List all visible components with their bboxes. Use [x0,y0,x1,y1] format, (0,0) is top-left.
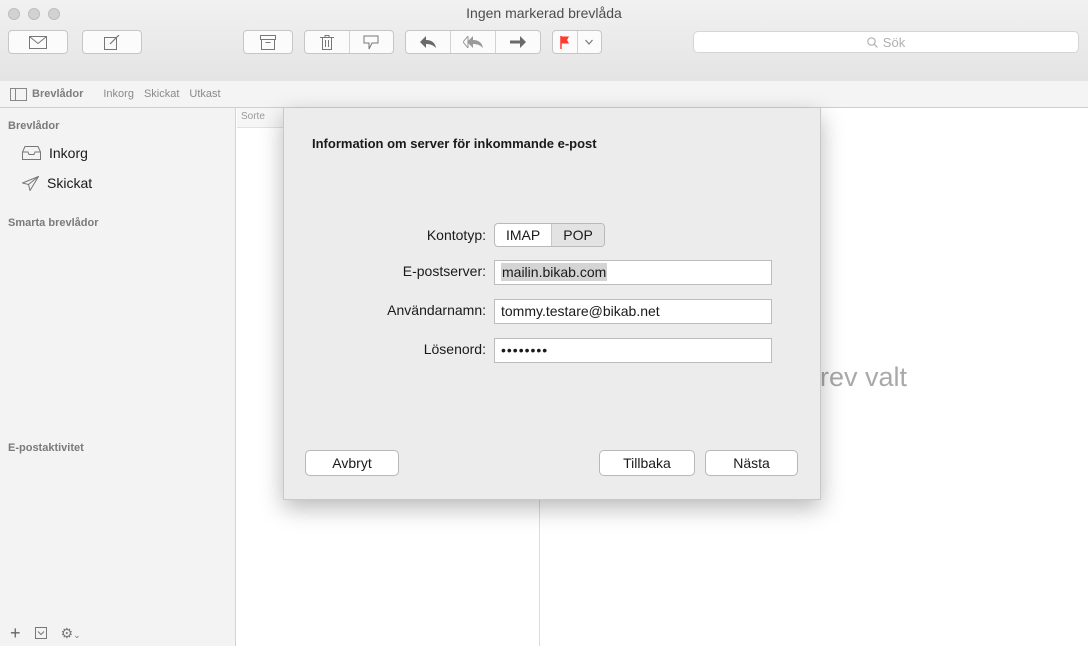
junk-icon [363,35,379,49]
delete-button[interactable] [305,31,350,53]
flag-button[interactable] [553,31,578,53]
search-placeholder: Sök [882,34,906,50]
archive-button[interactable] [243,30,293,54]
compose-button[interactable] [82,30,142,54]
cancel-button[interactable]: Avbryt [305,450,399,476]
favorites-bar: Brevlådor Inkorg Skickat Utkast [0,81,1088,108]
server-field[interactable]: mailin.bikab.com [494,260,772,285]
password-label: Lösenord: [423,341,486,357]
flag-group [552,30,602,54]
delete-junk-group [304,30,394,54]
server-value: mailin.bikab.com [501,263,608,281]
flag-icon [560,35,569,49]
password-field[interactable]: •••••••• [494,338,772,363]
mailboxes-toggle[interactable]: Brevlådor [10,87,93,101]
next-button[interactable]: Nästa [705,450,798,476]
reply-group [405,30,541,54]
sidebar-item-inkorg[interactable]: Inkorg [22,145,88,161]
search-icon [866,36,878,48]
server-label: E-postserver: [402,263,486,279]
junk-button[interactable] [350,31,394,53]
mailbox-icon[interactable] [34,627,47,639]
sidebar-section-activity: E-postaktivitet [8,442,84,454]
chevron-down-icon [585,39,594,45]
window-title: Ingen markerad brevlåda [466,5,622,21]
favorite-skickat[interactable]: Skickat [144,88,179,100]
get-mail-button[interactable] [8,30,68,54]
back-button[interactable]: Tillbaka [599,450,695,476]
incoming-server-dialog: Information om server för inkommande e-p… [283,108,821,500]
no-message-text: rev valt [820,362,908,392]
sidebar-item-label: Skickat [47,175,93,191]
sidebar-section-smart: Smarta brevlådor [8,217,99,229]
sidebar-item-skickat[interactable]: Skickat [22,175,92,191]
username-label: Användarnamn: [387,302,486,318]
reply-all-button[interactable] [451,31,496,53]
account-type-selector: IMAP POP [494,223,605,247]
flag-menu-button[interactable] [578,31,602,53]
archive-icon [260,34,276,50]
sidebar-footer: + ⚙⌄ [0,620,235,646]
account-type-label: Kontotyp: [426,227,486,243]
sent-icon [22,175,39,191]
get-mail-icon [29,35,47,49]
inbox-icon [22,146,41,160]
favorite-utkast[interactable]: Utkast [189,88,220,100]
reply-icon [420,36,436,48]
sidebar-icon [10,87,27,101]
forward-icon [510,36,526,48]
reply-button[interactable] [406,31,451,53]
mailbox-sidebar: Brevlådor Inkorg Skickat Smarta brevlådo… [0,108,236,646]
reply-all-icon [463,36,483,48]
account-type-imap[interactable]: IMAP [495,224,551,246]
username-field[interactable]: tommy.testare@bikab.net [494,299,772,324]
plus-icon[interactable]: + [10,623,21,644]
dialog-title: Information om server för inkommande e-p… [312,136,597,151]
window-toolbar: Ingen markerad brevlåda Sök [0,0,1088,82]
forward-button[interactable] [496,31,540,53]
sidebar-section-mailboxes: Brevlådor [8,120,60,132]
sidebar-item-label: Inkorg [49,145,88,161]
search-field[interactable]: Sök [693,31,1079,53]
account-type-pop[interactable]: POP [551,224,604,246]
compose-icon [104,34,120,50]
favorite-inkorg[interactable]: Inkorg [103,88,134,100]
gear-icon[interactable]: ⚙⌄ [61,625,81,642]
trash-icon [319,34,334,50]
